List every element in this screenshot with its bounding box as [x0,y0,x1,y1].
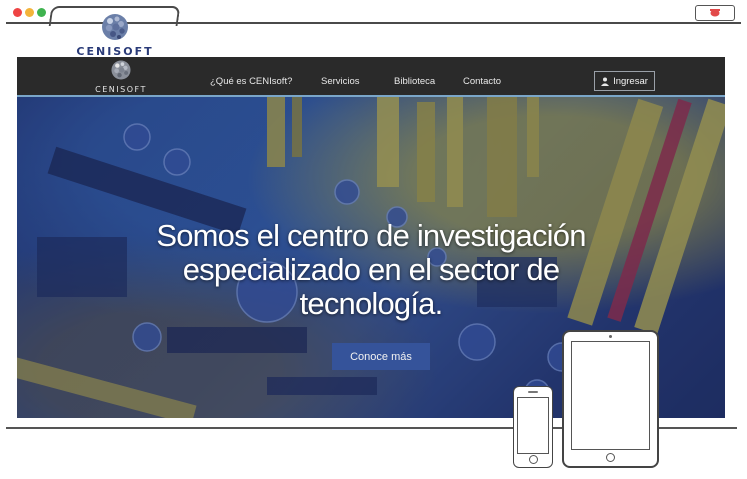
tablet-home-button [606,453,615,462]
browser-brand-logo: CENISOFT [70,12,160,58]
login-button[interactable]: Ingresar [594,71,655,91]
conoce-mas-button[interactable]: Conoce más [332,343,430,370]
tablet-camera [609,335,612,338]
window-close-button[interactable] [13,8,22,17]
globe-logo-icon [111,60,131,80]
tablet-screen [571,341,650,450]
phone-device-illustration [513,386,553,468]
phone-speaker [528,391,538,393]
bug-icon [710,9,720,17]
tablet-device-illustration [562,330,659,468]
globe-logo-icon [102,14,128,40]
nav-link-servicios[interactable]: Servicios [321,76,360,87]
nav-bar: CENISOFT ¿Qué es CENIsoft? Servicios Bib… [17,57,725,97]
nav-link-biblioteca[interactable]: Biblioteca [394,76,435,87]
site-logo-text: CENISOFT [95,85,147,94]
hero-headline-line: tecnología. [299,286,444,321]
hero-headline-line: Somos el centro de investigación [156,218,586,253]
hero-headline-line: especializado en el sector de [182,252,560,287]
window-minimize-button[interactable] [25,8,34,17]
hero-headline: Somos el centro de investigación especia… [17,219,725,321]
user-icon [601,77,610,86]
nav-link-que-es[interactable]: ¿Qué es CENIsoft? [210,76,292,87]
nav-link-contacto[interactable]: Contacto [463,76,501,87]
login-label: Ingresar [613,75,648,87]
phone-screen [517,397,549,454]
extension-button[interactable] [695,5,735,21]
phone-home-button [529,455,538,464]
window-maximize-button[interactable] [37,8,46,17]
site-logo[interactable]: CENISOFT [85,59,157,94]
